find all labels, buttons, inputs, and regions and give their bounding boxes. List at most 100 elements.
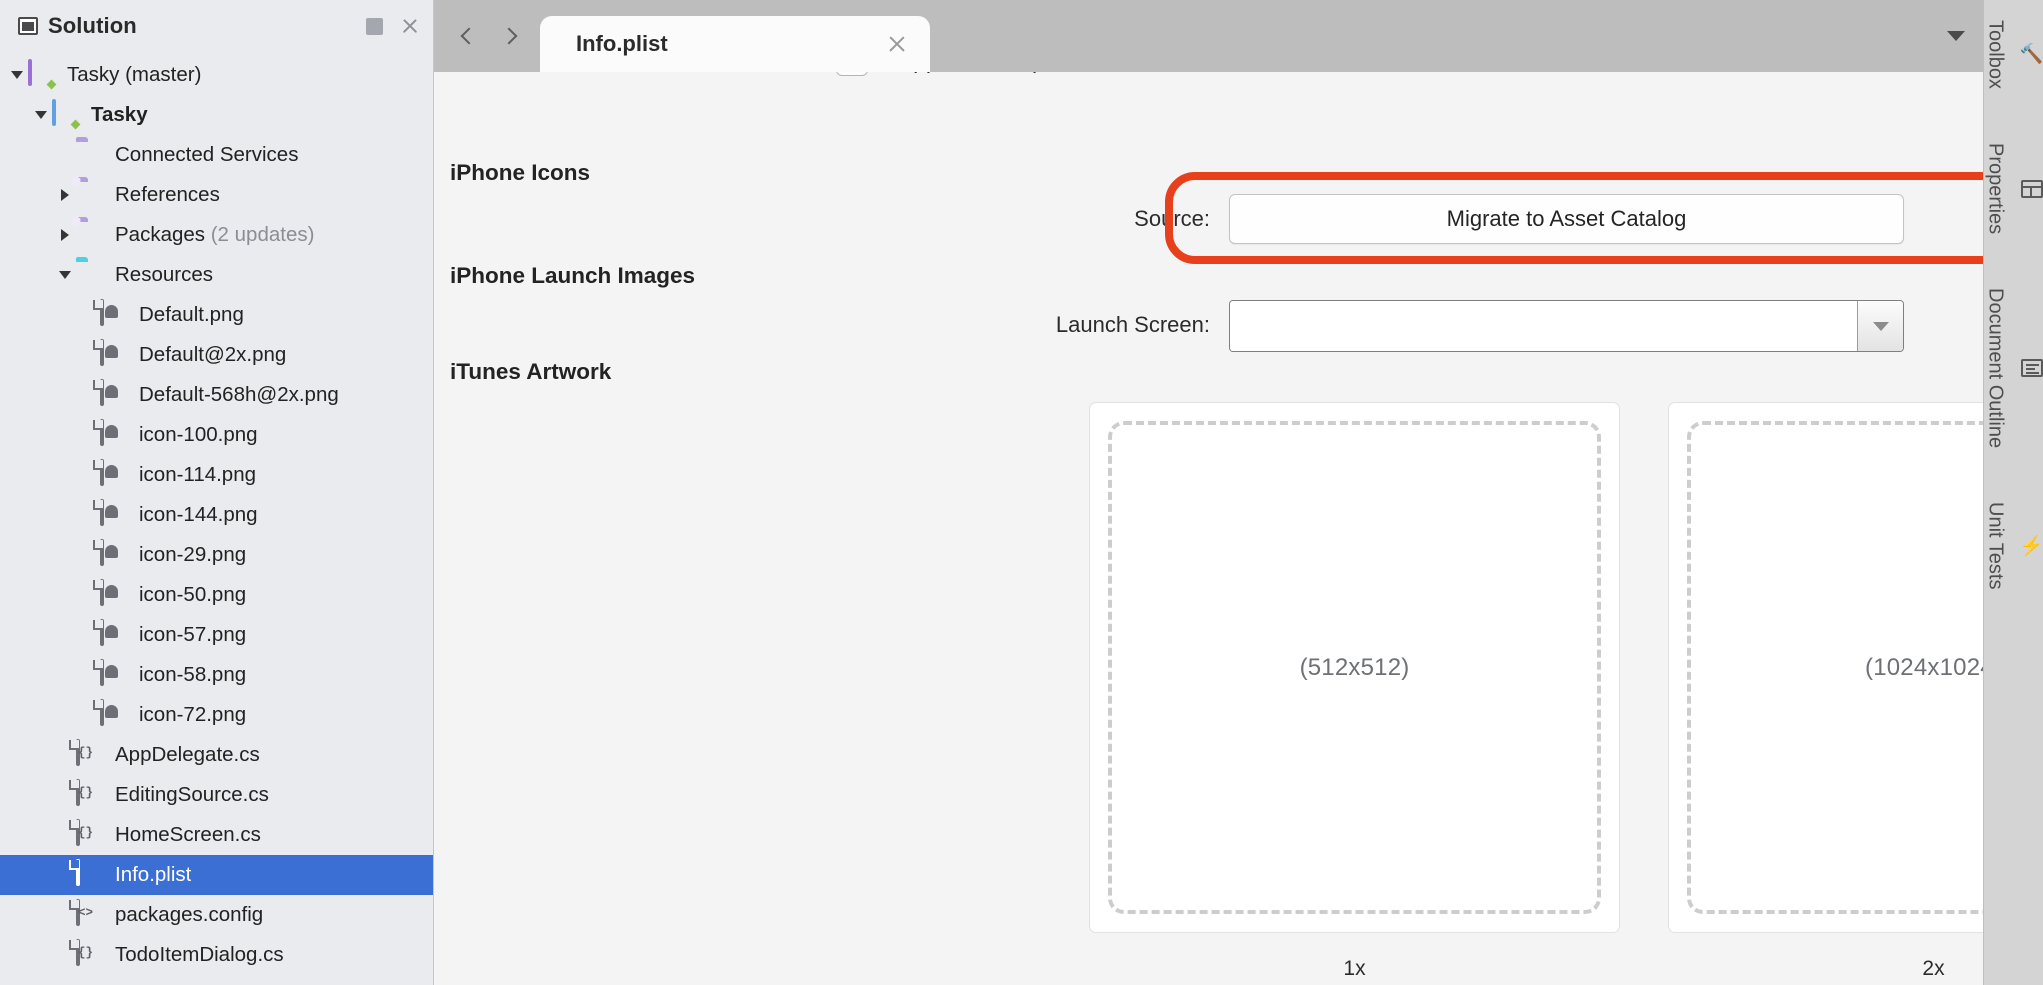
source-control-badge-icon (46, 79, 57, 90)
csharp-file-icon: {} (76, 779, 93, 806)
grid-icon (2020, 177, 2043, 201)
plist-file-icon (76, 859, 104, 889)
tree-row[interactable]: Tasky (master) (0, 55, 433, 95)
rail-tab-toolbox[interactable]: 🔨 Toolbox (1984, 20, 2043, 89)
chevron-right-icon (500, 27, 518, 45)
hammer-icon: 🔨 (2019, 44, 2043, 66)
tree-row-label: HomeScreen.cs (115, 823, 261, 846)
dropzone-dimension-label-1x: (512x512) (1299, 653, 1410, 681)
tree-row-label: TodoItemDialog.cs (115, 943, 284, 966)
image-file-icon (100, 539, 128, 569)
tab-close-button[interactable] (886, 33, 908, 55)
image-file-icon (100, 579, 128, 609)
csharp-file-icon: {} (76, 819, 93, 846)
tree-row[interactable]: Info.plist (0, 855, 433, 895)
tab-info-plist[interactable]: Info.plist (540, 16, 930, 72)
tree-row-label: Tasky (91, 103, 148, 126)
folder-package-icon: ⬢ (70, 214, 82, 228)
itunes-artwork-dropzone-2x[interactable]: (1024x1024) (1668, 402, 1983, 933)
image-file-icon (100, 619, 118, 646)
editor-tabbar: Info.plist (434, 0, 1983, 72)
tree-row[interactable]: {} HomeScreen.cs (0, 815, 433, 855)
image-file-icon (100, 299, 118, 326)
image-file-icon (100, 499, 128, 529)
tree-row[interactable]: Default@2x.png (0, 335, 433, 375)
rail-tab-document-outline[interactable]: Document Outline (1984, 288, 2043, 448)
tree-row-label: icon-58.png (139, 663, 247, 686)
tree-row[interactable]: ⬢ References (0, 175, 433, 215)
close-panel-button[interactable] (397, 13, 423, 39)
image-file-icon (100, 539, 118, 566)
itunes-artwork-dropzone-1x[interactable]: (512x512) (1089, 402, 1620, 933)
tree-row[interactable]: <> packages.config (0, 895, 433, 935)
pin-panel-button[interactable] (361, 13, 387, 39)
tree-row-label: References (115, 183, 220, 206)
scale-label-2x: 2x (1922, 957, 1945, 980)
launch-screen-input[interactable] (1230, 301, 1857, 351)
tree-row-label: Default-568h@2x.png (139, 383, 339, 406)
image-file-icon (100, 339, 118, 366)
tree-row[interactable]: Resources (0, 255, 433, 295)
tree-row[interactable]: ⬢ Packages (2 updates) (0, 215, 433, 255)
launch-screen-combobox[interactable] (1229, 300, 1904, 352)
rail-tab-properties[interactable]: Properties (1984, 143, 2043, 234)
launch-screen-dropdown-button[interactable] (1857, 301, 1903, 351)
tree-row[interactable]: ◡ Connected Services (0, 135, 433, 175)
rail-tab-unit-tests[interactable]: ⚡ Unit Tests (1984, 502, 2043, 589)
tree-row-label: icon-29.png (139, 543, 247, 566)
tree-row[interactable]: icon-57.png (0, 615, 433, 655)
image-file-icon (100, 419, 128, 449)
tree-row[interactable]: icon-58.png (0, 655, 433, 695)
tree-row[interactable]: icon-114.png (0, 455, 433, 495)
sidebar-header: Solution (0, 0, 433, 52)
dropzone-dimension-label-2x: (1024x1024) (1865, 653, 1983, 681)
solution-sidebar: Solution Tasky (master) Tasky ◡ Connected S… (0, 0, 434, 985)
tree-row-label: icon-100.png (139, 423, 258, 446)
image-file-icon (100, 619, 128, 649)
project-icon (52, 99, 81, 130)
tree-row[interactable]: {} TodoItemDialog.cs (0, 935, 433, 975)
disclosure-triangle-open-icon[interactable] (30, 95, 52, 135)
navigate-forward-button[interactable] (492, 16, 526, 56)
tree-row-label: Info.plist (115, 863, 192, 886)
supports-multiple-windows-checkbox[interactable] (836, 72, 868, 76)
navigate-back-button[interactable] (452, 16, 486, 56)
tree-row[interactable]: icon-50.png (0, 575, 433, 615)
tree-row-label: icon-57.png (139, 623, 247, 646)
tree-row-label: icon-72.png (139, 703, 247, 726)
disclosure-triangle-open-icon[interactable] (6, 55, 28, 95)
rail-tab-label: Unit Tests (1984, 502, 2007, 590)
tree-row[interactable]: {} AppDelegate.cs (0, 735, 433, 775)
tabbar-spacer (930, 0, 1929, 72)
editor-area: Info.plist Supports multiple windows iPh… (434, 0, 1983, 985)
chevron-down-icon (1872, 321, 1889, 331)
image-file-icon (100, 699, 118, 726)
right-tool-rail: 🔨 Toolbox Properties Document Outline ⚡ Unit … (1983, 0, 2043, 985)
tab-overflow-button[interactable] (1929, 0, 1983, 72)
image-file-icon (100, 459, 128, 489)
tree-row[interactable]: icon-100.png (0, 415, 433, 455)
migrate-to-asset-catalog-button[interactable]: Migrate to Asset Catalog (1229, 194, 1904, 244)
sidebar-title: Solution (48, 13, 137, 38)
tree-row[interactable]: Tasky (0, 95, 433, 135)
tree-row[interactable]: icon-72.png (0, 695, 433, 735)
folder-resources-icon (76, 261, 104, 289)
csharp-file-icon: {} (76, 779, 104, 809)
tree-row[interactable]: icon-29.png (0, 535, 433, 575)
tree-row[interactable]: Default-568h@2x.png (0, 375, 433, 415)
navigation-buttons (434, 0, 540, 72)
folder-package-icon: ⬢ (70, 174, 82, 188)
folder-services-icon: ◡ (70, 134, 82, 148)
tree-row[interactable]: {} EditingSource.cs (0, 775, 433, 815)
pin-panel-icon (365, 17, 383, 35)
tree-row-label: AppDelegate.cs (115, 743, 260, 766)
disclosure-triangle-open-icon[interactable] (54, 255, 76, 295)
source-control-badge-icon (70, 119, 81, 130)
tree-row[interactable]: Default.png (0, 295, 433, 335)
image-file-icon (100, 579, 118, 606)
tree-row-label: icon-114.png (139, 463, 257, 486)
tree-row[interactable]: icon-144.png (0, 495, 433, 535)
image-file-icon (100, 459, 118, 486)
scale-label-1x: 1x (1343, 957, 1366, 980)
tree-row-label: Default.png (139, 303, 244, 326)
